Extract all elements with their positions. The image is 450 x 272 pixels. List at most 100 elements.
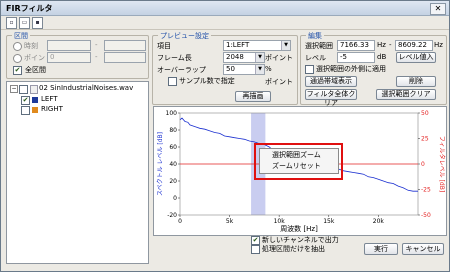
y-left-tick-label: 40 [169,161,177,168]
point-radio[interactable] [13,54,22,63]
frame-unit: ポイント [265,54,293,62]
clear-filter-button[interactable]: フィルタ全体クリア [305,89,357,107]
overlap-value: 50 [226,65,235,73]
y-right-tick-label: 50 [421,110,429,117]
point-from-value: 0 [50,53,55,61]
outside-label: 選択範囲の外側に適用 [316,65,386,73]
item-select[interactable]: 1:LEFT ▼ [223,40,291,51]
frame-value: 2048 [226,53,244,61]
overlap-unit: % [265,65,272,73]
level-unit: dB [377,53,387,61]
window-title: FIRフィルタ [6,4,53,13]
level-input[interactable]: -5 [337,52,375,63]
file-icon [30,85,38,94]
time-from-input[interactable] [47,40,91,51]
item-value: 1:LEFT [226,41,250,49]
edit-group-title: 編集 [306,31,324,41]
sample-unit: ポイント [265,78,293,86]
all-range-checkbox[interactable]: ✔ [13,66,22,75]
redraw-button[interactable]: 再描画 [235,91,271,102]
point-from-input[interactable]: 0 [47,52,91,63]
cancel-button[interactable]: キャンセル [402,243,444,255]
item-label: 項目 [157,42,171,50]
y-left-tick-label: 0 [173,195,177,202]
right-color-swatch [32,107,38,113]
execute-button[interactable]: 実行 [364,243,398,255]
highlight-box [254,143,343,180]
y-left-tick-label: -20 [167,212,177,219]
left-channel-checkbox[interactable]: ✔ [21,96,30,105]
selection-from-value: 7166.33 [340,41,369,49]
selection-to-value: 8609.22 [398,41,427,49]
y-left-tick-label: 80 [169,127,177,134]
y-left-tick-label: 100 [166,110,178,117]
open-icon[interactable]: ▭ [19,17,30,29]
toolbar: ▫ ▭ ▪ [1,16,449,30]
time-to-input[interactable] [104,40,146,51]
selection-dash: - [389,41,392,49]
fir-filter-window: FIRフィルタ ✕ ▫ ▭ ▪ 区間 時刻 - ポイント 0 - ✔ 全区間 −… [0,0,450,272]
y-right-tick-label: 0 [421,161,425,168]
overlap-label: オーバーラップ [157,66,206,74]
y-right-tick-label: 25 [421,136,429,143]
time-radio[interactable] [13,42,22,51]
new-icon[interactable]: ▫ [6,17,17,29]
y-left-tick-label: 20 [169,178,177,185]
close-icon[interactable]: ✕ [430,3,446,15]
y-right-tick-label: -25 [421,187,431,194]
y-left-axis-label: スペクトル レベル [dB] [157,132,164,196]
edit-group: 編集 選択範囲 7166.33 Hz - 8609.22 Hz レベル -5 d… [300,31,447,107]
point-to-input[interactable] [104,52,146,63]
frame-label: フレーム長 [157,54,192,62]
save-icon[interactable]: ▪ [32,17,43,29]
x-tick-label: 5k [226,218,234,225]
overlap-select[interactable]: 50 ▼ [223,64,265,75]
y-left-tick-label: 60 [169,144,177,151]
x-axis-label: 周波数 [Hz] [280,224,318,233]
selection-to-input[interactable]: 8609.22 [395,40,433,51]
right-channel-checkbox[interactable] [21,106,30,115]
selection-unit-from: Hz [377,41,386,49]
chevron-down-icon: ▼ [255,65,264,74]
clear-selection-button[interactable]: 選択範囲クリア [376,89,436,100]
level-value: -5 [340,53,347,61]
time-label: 時刻 [24,42,38,50]
passband-button[interactable]: 通過帯域表示 [305,76,357,87]
selection-from-input[interactable]: 7166.33 [337,40,375,51]
x-tick-label: 15k [323,218,335,225]
selection-unit-to: Hz [434,41,443,49]
preview-group-title: プレビュー設定 [158,31,211,41]
y-right-axis-label: フィルタレベル [dB] [438,136,446,192]
left-channel-label[interactable]: LEFT [41,95,58,103]
sample-checkbox[interactable] [168,77,177,86]
x-tick-label: 0 [178,218,182,225]
sample-label: サンプル数で指定 [179,77,235,85]
selection-label: 選択範囲 [305,42,333,50]
extract-checkbox[interactable] [251,245,260,254]
point-dash: - [95,53,98,61]
outside-checkbox[interactable] [305,65,314,74]
range-group-title: 区間 [12,31,30,41]
title-bar: FIRフィルタ ✕ [1,1,449,16]
all-range-label: 全区間 [25,66,46,74]
collapse-icon[interactable]: − [10,85,18,93]
file-checkbox[interactable] [19,85,28,94]
level-input-button[interactable]: レベル値入 [396,52,436,63]
level-label: レベル [305,54,326,62]
chevron-down-icon: ▼ [255,53,264,62]
left-color-swatch [32,97,38,103]
new-channel-checkbox[interactable]: ✔ [251,236,260,245]
frame-select[interactable]: 2048 ▼ [223,52,265,63]
right-channel-label[interactable]: RIGHT [41,105,63,113]
x-tick-label: 20k [373,218,385,225]
preview-group: プレビュー設定 項目 1:LEFT ▼ フレーム長 2048 ▼ ポイント オーバー… [152,31,298,105]
chevron-down-icon: ▼ [281,41,290,50]
file-name[interactable]: 02 SinIndustrialNoises.wav [39,84,133,92]
delete-button[interactable]: 削除 [396,76,436,87]
y-right-tick-label: -50 [421,212,431,219]
x-tick-label: 10k [274,218,286,225]
extract-label: 処理区間だけを抽出 [262,245,325,253]
channel-tree: − 02 SinIndustrialNoises.wav ✔ LEFT RIGH… [6,81,149,264]
time-dash: - [95,41,98,49]
range-group: 区間 時刻 - ポイント 0 - ✔ 全区間 [6,31,149,79]
